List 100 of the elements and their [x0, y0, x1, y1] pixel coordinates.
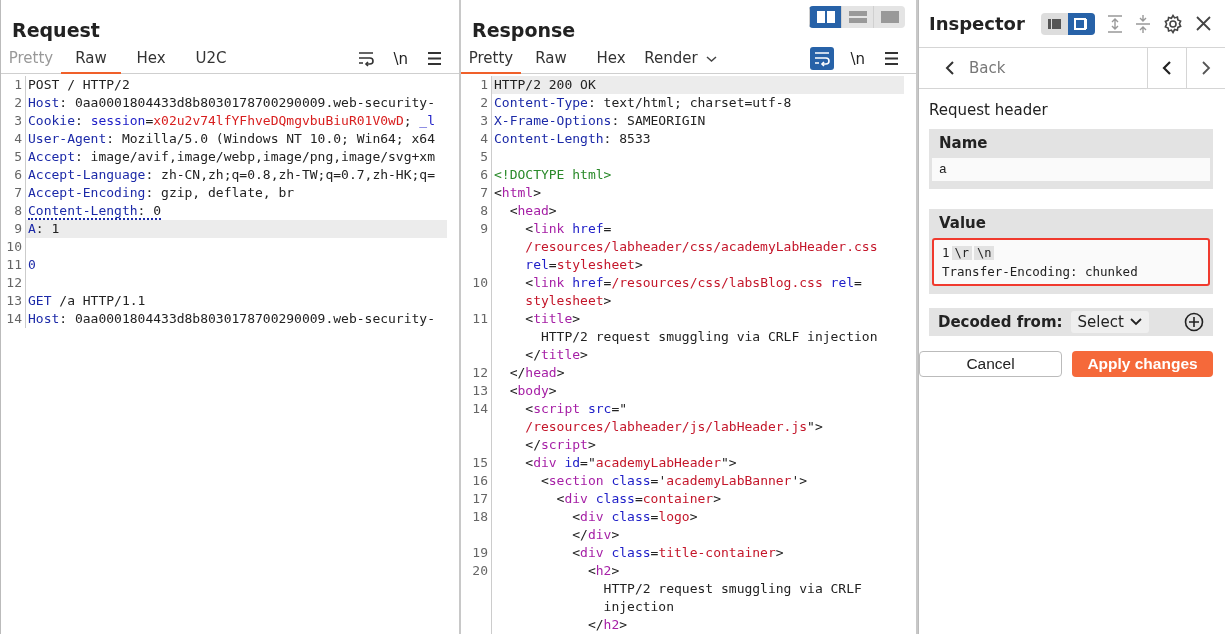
code-line: <h2> — [586, 562, 621, 580]
panel-title: Request — [12, 19, 100, 43]
tab[interactable]: Render — [641, 44, 701, 74]
code-line: <html> — [493, 184, 542, 202]
line-number: 1 — [1, 76, 26, 94]
code-line: <title> — [524, 310, 582, 328]
cancel-button[interactable]: Cancel — [919, 351, 1062, 377]
add-icon[interactable] — [1184, 312, 1204, 332]
code-line: </div> — [571, 526, 621, 544]
line-number: 4 — [1, 130, 26, 148]
newline-toggle[interactable]: \n — [393, 49, 408, 68]
line-number: 19 — [461, 544, 492, 562]
line-number: 10 — [461, 274, 492, 310]
code-line: <body> — [508, 382, 558, 400]
line-number: 7 — [461, 184, 492, 202]
code-line: <!DOCTYPE html> — [493, 166, 613, 184]
sidebar-right-icon[interactable] — [1072, 16, 1090, 31]
line-number: 2 — [1, 94, 26, 112]
sidebar-left-icon[interactable] — [1045, 16, 1063, 31]
line-number: 3 — [461, 112, 492, 130]
escape-chip: \n — [974, 245, 995, 260]
tab[interactable]: Raw — [521, 44, 581, 74]
value-field[interactable]: 1 \r \n Transfer-Encoding: chunked — [932, 238, 1210, 286]
back-button[interactable]: Back — [919, 48, 1148, 88]
line-number: 15 — [461, 454, 492, 472]
line-number: 8 — [461, 202, 492, 220]
caret-icon[interactable] — [1129, 317, 1142, 327]
line-number: 13 — [1, 292, 26, 310]
tab[interactable]: Hex — [581, 44, 641, 74]
line-number: 4 — [461, 130, 492, 148]
collapse-icon[interactable] — [1134, 13, 1151, 34]
decoded-label: Decoded from: — [938, 313, 1063, 331]
value-text: Transfer-Encoding: chunked — [942, 264, 1138, 279]
newline-toggle[interactable]: \n — [850, 49, 865, 68]
name-field[interactable]: a — [932, 158, 1210, 181]
encoding-select[interactable]: Select — [1070, 311, 1149, 333]
line-number: 18 — [461, 508, 492, 544]
line-number: 6 — [461, 166, 492, 184]
line-number: 16 — [461, 472, 492, 490]
code-line: Accept-Encoding: gzip, deflate, br — [27, 184, 296, 202]
code-line: <div class=logo> — [571, 508, 699, 526]
code-line: Accept: image/avif,image/webp,image/png,image/svg+xm — [27, 148, 436, 166]
line-number: 7 — [1, 184, 26, 202]
code-line: Accept-Language: zh-CN,zh;q=0.8,zh-TW;q=0.7,zh-HK;q= — [27, 166, 436, 184]
code-line: <link href= — [524, 220, 613, 238]
line-number: 12 — [461, 364, 492, 382]
line-number: 14 — [461, 400, 492, 454]
code-line: <div id="academyLabHeader"> — [524, 454, 738, 472]
line-number: 10 — [1, 238, 26, 256]
expand-icon[interactable] — [1106, 13, 1123, 34]
line-number: 5 — [1, 148, 26, 166]
code-line: X-Frame-Options: SAMEORIGIN — [493, 112, 707, 130]
chevron-right-icon[interactable] — [1201, 61, 1211, 75]
chevron-left-icon[interactable] — [1162, 61, 1172, 75]
section-heading: Request header — [929, 101, 1049, 119]
code-line: <div class=container> — [555, 490, 722, 508]
code-line: <head> — [508, 202, 558, 220]
code-line: POST / HTTP/2 — [27, 76, 131, 94]
tab[interactable]: Hex — [121, 44, 181, 74]
code-line: </head> — [508, 364, 566, 382]
panel-title: Response — [472, 19, 576, 43]
code-line: <script src=" — [524, 400, 629, 418]
code-line: HTTP/2 request smuggling via CRLF — [602, 580, 863, 598]
code-line: Host: 0aa0001804433d8b8030178700290009.web-security- — [27, 94, 436, 112]
line-number: 9 — [461, 220, 492, 274]
field-label: Value — [938, 213, 987, 234]
line-number: 20 — [461, 562, 492, 634]
code-line: Cookie: session=x02u2v74lfYFhveDQmgvbuBiuR01V0wD; _l — [27, 112, 436, 130]
line-number: 12 — [1, 274, 26, 292]
code-line: Content-Length: 8533 — [493, 130, 652, 148]
code-line: injection — [602, 598, 675, 616]
wrap-icon[interactable] — [810, 47, 835, 70]
field-label: Name — [938, 133, 989, 154]
close-icon[interactable] — [1194, 15, 1212, 32]
settings-icon[interactable] — [1162, 13, 1183, 34]
line-number: 6 — [1, 166, 26, 184]
line-number: 14 — [1, 310, 26, 328]
line-number: 3 — [1, 112, 26, 130]
line-number: 17 — [461, 490, 492, 508]
escape-chip: \r — [951, 245, 972, 260]
line-number: 11 — [1, 256, 26, 274]
code-line: User-Agent: Mozilla/5.0 (Windows NT 10.0; Win64; x64 — [27, 130, 436, 148]
code-line: <link href=/resources/css/labsBlog.css rel= — [524, 274, 863, 292]
split-columns-icon[interactable] — [815, 10, 836, 24]
code-line: /resources/labheader/js/labHeader.js"> — [524, 418, 824, 436]
code-line: GET /a HTTP/1.1 — [27, 292, 147, 310]
code-line: HTTP/2 request smuggling via CRLF injection — [539, 328, 879, 346]
code-line: Content-Type: text/html; charset=utf-8 — [493, 94, 793, 112]
panel-title: Inspector — [929, 13, 1025, 34]
tab[interactable]: U2C — [181, 44, 241, 74]
line-number: 5 — [461, 148, 492, 166]
line-number: 2 — [461, 94, 492, 112]
tab[interactable]: Pretty — [461, 44, 521, 74]
tab[interactable]: Raw — [61, 44, 121, 74]
line-number: 13 — [461, 382, 492, 400]
code-line: </title> — [524, 346, 589, 364]
chevron-left-icon[interactable] — [945, 61, 955, 75]
code-line: Host: 0aa0001804433d8b8030178700290009.web-security- — [27, 310, 436, 328]
code-line: </script> — [524, 436, 597, 454]
code-line: stylesheet> — [524, 292, 613, 310]
